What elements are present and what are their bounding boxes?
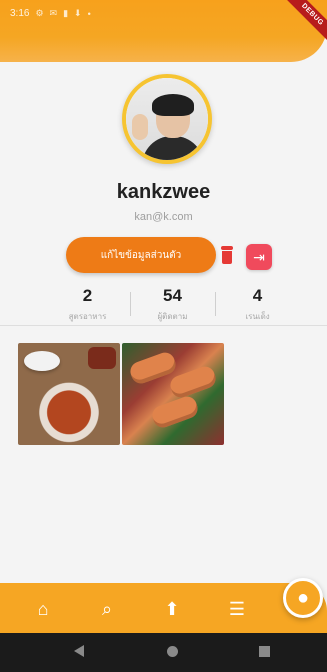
stat-value: 2 — [82, 286, 93, 305]
stat-divider — [130, 292, 131, 316]
rice-bowl — [24, 351, 60, 371]
salmon-fillet — [167, 363, 219, 401]
edit-profile-button[interactable]: แก้ไขข้อมูลส่วนตัว — [66, 237, 216, 273]
sim-icon: ▮ — [63, 8, 69, 18]
status-time: 3:16 — [10, 8, 30, 19]
header-bar: 3:16 ⚙ ✉ ▮ ⬇ • DEBUG — [0, 0, 327, 62]
recipe-thumbnail-2[interactable] — [122, 343, 224, 445]
system-navigation-bar — [0, 633, 327, 672]
settings-icon: ⚙ — [35, 8, 44, 18]
recent-apps-icon[interactable] — [259, 646, 270, 657]
stat-recipes[interactable]: 2 สูตรอาหาร — [45, 286, 130, 326]
debug-banner: DEBUG — [282, 0, 327, 45]
stat-label: เรนเด็ง — [245, 312, 270, 321]
section-divider — [0, 325, 327, 326]
trash-icon[interactable] — [221, 246, 233, 264]
message-icon: ✉ — [49, 8, 58, 18]
logout-icon: ⇥ — [253, 248, 265, 265]
stat-label: สูตรอาหาร — [68, 312, 107, 321]
avatar-hand — [132, 114, 148, 140]
profile-username: kankzwee — [116, 181, 211, 203]
logout-button[interactable]: ⇥ — [246, 244, 272, 270]
dot-icon: • — [87, 8, 91, 19]
trash-lid — [221, 246, 233, 250]
search-icon[interactable]: ⌕ — [92, 594, 122, 624]
status-bar: 3:16 ⚙ ✉ ▮ ⬇ • — [10, 8, 91, 19]
home-circle-icon[interactable] — [167, 646, 178, 657]
download-icon: ⬇ — [74, 8, 82, 18]
bottom-navigation: ⌂ ⌕ ⬆ ☰ — [0, 583, 327, 633]
recipe-thumbnail-1[interactable] — [18, 343, 120, 445]
salmon-fillet — [149, 393, 201, 431]
person-icon: ● — [296, 586, 310, 609]
avatar[interactable] — [122, 74, 212, 164]
profile-email: kan@k.com — [134, 211, 193, 223]
trash-can — [222, 251, 232, 264]
stat-following[interactable]: 4 เรนเด็ง — [215, 286, 300, 326]
side-dish — [88, 347, 116, 369]
upload-icon[interactable]: ⬆ — [157, 594, 187, 624]
stat-value: 4 — [252, 286, 263, 305]
stat-label: ผู้ติดตาม — [157, 312, 188, 321]
avatar-hair — [152, 94, 194, 116]
back-icon[interactable] — [74, 645, 84, 657]
profile-stats: 2 สูตรอาหาร 54 ผู้ติดตาม 4 เรนเด็ง — [45, 286, 300, 326]
stat-followers[interactable]: 54 ผู้ติดตาม — [130, 286, 215, 326]
home-icon[interactable]: ⌂ — [28, 594, 58, 624]
stat-value: 54 — [163, 286, 182, 305]
stat-divider — [215, 292, 216, 316]
profile-tab-button[interactable]: ● — [283, 578, 323, 618]
checklist-icon[interactable]: ☰ — [222, 594, 252, 624]
